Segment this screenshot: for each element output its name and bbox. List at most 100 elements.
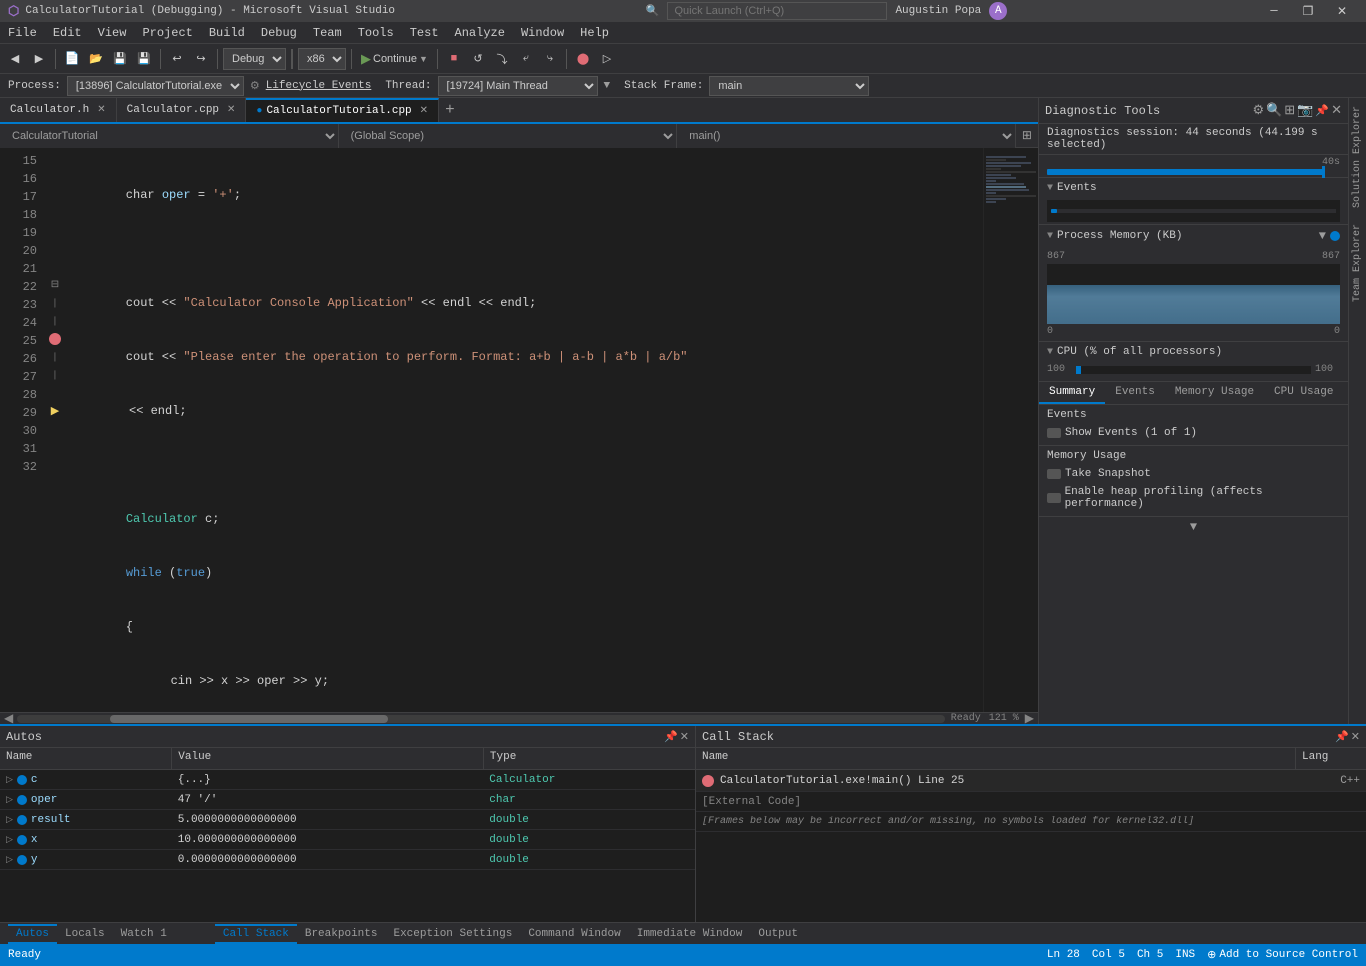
fold-icon-22[interactable]: ⊟ [51, 279, 59, 291]
lifecycle-events[interactable]: Lifecycle Events [266, 80, 372, 92]
btab-locals[interactable]: Locals [57, 926, 113, 942]
cpu-header[interactable]: ▼ CPU (% of all processors) [1039, 342, 1348, 362]
events-header[interactable]: ▼ Events [1039, 178, 1348, 198]
step-over-icon[interactable]: ⤵ [491, 48, 513, 70]
save-all-icon[interactable]: 💾 [133, 48, 155, 70]
tab-tutorial-close[interactable]: ✕ [420, 105, 428, 117]
code-editor[interactable]: 151617181920212223242526272829303132 ⊟ │… [0, 148, 1038, 712]
frame-dropdown[interactable]: main [709, 76, 869, 96]
diag-tab-cpu[interactable]: CPU Usage [1264, 382, 1343, 404]
show-events-btn[interactable]: Show Events (1 of 1) [1047, 425, 1340, 441]
lifecycle-icon[interactable]: ⚙ [250, 79, 260, 93]
process-dropdown[interactable]: [13896] CalculatorTutorial.exe [67, 76, 244, 96]
menu-analyze[interactable]: Analyze [447, 22, 513, 44]
btab-immediate[interactable]: Immediate Window [629, 926, 751, 942]
team-explorer-tab[interactable]: Team Explorer [1349, 216, 1366, 310]
continue-button[interactable]: ▶ Continue ▼ [357, 51, 432, 67]
scroll-right-icon[interactable]: ▶ [1021, 711, 1038, 724]
expand-c-icon[interactable]: ▷ [6, 775, 13, 785]
menu-view[interactable]: View [90, 22, 135, 44]
minimize-button[interactable]: ─ [1258, 0, 1290, 22]
expand-oper-icon[interactable]: ▷ [6, 795, 13, 805]
btab-callstack[interactable]: Call Stack [215, 924, 297, 944]
stop-icon[interactable]: ■ [443, 48, 465, 70]
autos-pin-icon[interactable]: 📌 [664, 730, 678, 744]
btab-exception[interactable]: Exception Settings [385, 926, 520, 942]
thread-dropdown[interactable]: [19724] Main Thread [438, 76, 598, 96]
btab-command[interactable]: Command Window [520, 926, 628, 942]
breakpoint-icon[interactable]: ⬤ [572, 48, 594, 70]
diag-tab-summary[interactable]: Summary [1039, 382, 1105, 404]
function-scope-dropdown[interactable]: main() [677, 124, 1016, 148]
source-control-btn[interactable]: ⊕ Add to Source Control [1207, 948, 1358, 962]
enable-heap-btn[interactable]: Enable heap profiling (affects performan… [1047, 484, 1340, 512]
diag-tab-events[interactable]: Events [1105, 382, 1165, 404]
expand-y-icon[interactable]: ▷ [6, 855, 13, 865]
menu-debug[interactable]: Debug [253, 22, 305, 44]
tab-calculatortutorial-cpp[interactable]: ● CalculatorTutorial.cpp ✕ [246, 98, 439, 122]
quick-launch-input[interactable] [667, 2, 887, 20]
scope-dropdown[interactable]: CalculatorTutorial [0, 124, 339, 148]
diag-close-icon[interactable]: ✕ [1331, 103, 1342, 118]
redo-icon[interactable]: ↪ [190, 48, 212, 70]
menu-project[interactable]: Project [134, 22, 200, 44]
cs-close-icon[interactable]: ✕ [1351, 730, 1360, 744]
menu-help[interactable]: Help [572, 22, 617, 44]
save-icon[interactable]: 💾 [109, 48, 131, 70]
global-scope-dropdown[interactable]: (Global Scope) [339, 124, 678, 148]
diag-search-icon[interactable]: 🔍 [1266, 103, 1282, 118]
autos-row-oper[interactable]: ▷ oper 47 '/' char [0, 790, 695, 810]
memory-header[interactable]: ▼ Process Memory (KB) ▼ [1039, 225, 1348, 247]
cs-pin-icon[interactable]: 📌 [1335, 730, 1349, 744]
diag-tab-memory[interactable]: Memory Usage [1165, 382, 1264, 404]
back-icon[interactable]: ◀ [4, 48, 26, 70]
tab-cpp-close[interactable]: ✕ [227, 104, 235, 116]
menu-team[interactable]: Team [305, 22, 350, 44]
menu-file[interactable]: File [0, 22, 45, 44]
btab-output[interactable]: Output [750, 926, 806, 942]
autos-row-c[interactable]: ▷ c {...} Calculator [0, 770, 695, 790]
step-out-icon[interactable]: ⤷ [539, 48, 561, 70]
autos-row-x[interactable]: ▷ x 10.000000000000000 double [0, 830, 695, 850]
expand-x-icon[interactable]: ▷ [6, 835, 13, 845]
diag-settings-icon[interactable]: ⚙ [1252, 103, 1264, 118]
tab-calculator-cpp[interactable]: Calculator.cpp ✕ [117, 98, 247, 122]
scroll-left-icon[interactable]: ◀ [0, 711, 17, 724]
menu-edit[interactable]: Edit [45, 22, 90, 44]
autos-close-icon[interactable]: ✕ [680, 730, 689, 744]
memory-filter-icon[interactable]: ▼ [1319, 229, 1326, 243]
btab-breakpoints[interactable]: Breakpoints [297, 926, 386, 942]
tab-h-close[interactable]: ✕ [97, 104, 105, 116]
autos-row-y[interactable]: ▷ y 0.0000000000000000 double [0, 850, 695, 870]
menu-test[interactable]: Test [402, 22, 447, 44]
code-content[interactable]: char oper = '+'; cout << "Calculator Con… [65, 148, 983, 712]
editor-expand-icon[interactable]: ⊞ [1016, 128, 1038, 143]
restore-button[interactable]: ❐ [1292, 0, 1324, 22]
h-scrollbar[interactable]: ◀ Ready 121 % ▶ [0, 712, 1038, 724]
autos-row-result[interactable]: ▷ result 5.0000000000000000 double [0, 810, 695, 830]
open-icon[interactable]: 📂 [85, 48, 107, 70]
run-cursor-icon[interactable]: ▷ [596, 48, 618, 70]
tab-add-button[interactable]: + [439, 101, 461, 119]
cs-row-main[interactable]: CalculatorTutorial.exe!main() Line 25 C+… [696, 770, 1366, 792]
config-dropdown[interactable]: Debug [223, 48, 286, 70]
menu-window[interactable]: Window [513, 22, 572, 44]
diag-scroll-down[interactable]: ▼ [1039, 517, 1348, 537]
solution-explorer-tab[interactable]: Solution Explorer [1349, 98, 1366, 216]
menu-tools[interactable]: Tools [350, 22, 402, 44]
close-button[interactable]: ✕ [1326, 0, 1358, 22]
restart-icon[interactable]: ↺ [467, 48, 489, 70]
menu-build[interactable]: Build [201, 22, 253, 44]
expand-result-icon[interactable]: ▷ [6, 815, 13, 825]
btab-autos[interactable]: Autos [8, 924, 57, 944]
diag-camera-icon[interactable]: 📷 [1297, 103, 1313, 118]
btab-watch1[interactable]: Watch 1 [113, 926, 175, 942]
forward-icon[interactable]: ▶ [28, 48, 50, 70]
new-icon[interactable]: 📄 [61, 48, 83, 70]
diag-pin-icon[interactable]: 📌 [1315, 104, 1329, 118]
undo-icon[interactable]: ↩ [166, 48, 188, 70]
step-into-icon[interactable]: ⤶ [515, 48, 537, 70]
diag-filter-icon[interactable]: ⊞ [1284, 103, 1295, 118]
filter-icon[interactable]: ▼ [604, 80, 611, 92]
take-snapshot-btn[interactable]: Take Snapshot [1047, 466, 1340, 482]
